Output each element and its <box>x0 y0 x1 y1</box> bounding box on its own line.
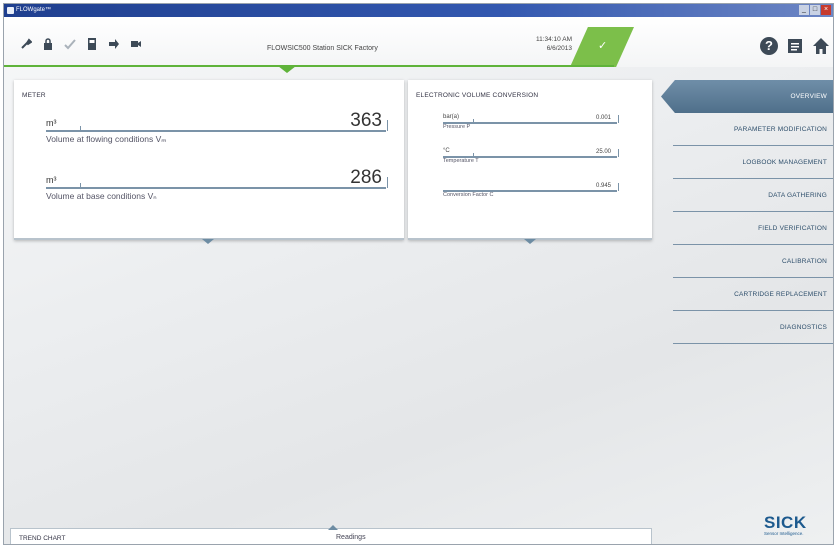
station-name: FLOWSIC500 Station SICK Factory <box>267 45 378 52</box>
trend-chart-bar[interactable]: TREND CHART Readings <box>10 525 652 544</box>
document-icon[interactable] <box>786 37 804 55</box>
camera-icon[interactable] <box>130 37 142 49</box>
meter-unit: m³ <box>46 175 57 185</box>
header-notch <box>278 66 296 73</box>
window-controls: _ □ × <box>799 5 831 15</box>
header-divider <box>4 65 614 67</box>
evc-unit: bar(a) <box>443 114 460 120</box>
side-navigation: OVERVIEW PARAMETER MODIFICATION LOGBOOK … <box>661 80 833 344</box>
home-icon[interactable] <box>812 37 830 55</box>
evc-unit: °C <box>443 148 450 154</box>
date-text: 6/6/2013 <box>546 45 572 52</box>
meter-tick <box>80 126 81 131</box>
logo-tagline: Sensor Intelligence. <box>764 531 804 536</box>
evc-value: 25.00 <box>595 149 611 155</box>
tick-icon[interactable] <box>64 37 76 50</box>
evc-label: Pressure P <box>443 124 471 130</box>
trend-chart-title: TREND CHART <box>19 535 66 542</box>
evc-panel: ELECTRONIC VOLUME CONVERSION bar(a) 0.00… <box>408 80 652 244</box>
meter-bar <box>46 130 386 132</box>
status-flag: ✓ <box>570 27 634 67</box>
nav-item-overview[interactable]: OVERVIEW <box>661 80 833 113</box>
evc-end-tick <box>618 115 619 123</box>
app-icon <box>7 7 14 14</box>
evc-tick <box>473 153 474 157</box>
meter-label: Volume at flowing conditions Vₘ <box>46 134 167 144</box>
evc-value: 0.945 <box>595 183 611 189</box>
expand-arrow-icon[interactable] <box>524 239 536 244</box>
time-text: 11:34:10 AM <box>535 36 572 43</box>
meter-unit: m³ <box>46 118 57 128</box>
nav-item-logbook-management[interactable]: LOGBOOK MANAGEMENT <box>661 146 833 179</box>
meter-panel: METER m³ 363 Volume at flowing condition… <box>14 80 404 244</box>
minimize-button[interactable]: _ <box>799 5 809 15</box>
meter-bar <box>46 187 386 189</box>
meter-label: Volume at base conditions Vₙ <box>46 191 157 201</box>
meter-end-tick <box>387 120 388 131</box>
nav-item-field-verification[interactable]: FIELD VERIFICATION <box>661 212 833 245</box>
evc-label: Temperature T <box>443 158 479 164</box>
trend-readings-label: Readings <box>336 534 366 541</box>
nav-item-calibration[interactable]: CALIBRATION <box>661 245 833 278</box>
meter-tick <box>80 183 81 188</box>
device-icon[interactable] <box>86 37 98 50</box>
export-icon[interactable] <box>108 37 120 49</box>
app-window: FLOWgate™ _ □ × FLOWSIC500 Station SICK … <box>3 3 834 545</box>
date-time: 11:34:10 AM 6/6/2013 <box>512 35 572 53</box>
header-actions: ? <box>760 37 830 55</box>
meter-title: METER <box>22 92 46 99</box>
nav-item-cartridge-replacement[interactable]: CARTRIDGE REPLACEMENT <box>661 278 833 311</box>
close-button[interactable]: × <box>821 5 831 15</box>
meter-end-tick <box>387 177 388 188</box>
expand-up-arrow-icon[interactable] <box>328 525 338 530</box>
checkmark-icon: ✓ <box>598 40 608 52</box>
nav-item-diagnostics[interactable]: DIAGNOSTICS <box>661 311 833 344</box>
evc-label: Conversion Factor C <box>443 192 494 198</box>
wrench-icon[interactable] <box>20 37 33 49</box>
maximize-button[interactable]: □ <box>810 5 820 15</box>
nav-item-parameter-modification[interactable]: PARAMETER MODIFICATION <box>661 113 833 146</box>
lock-icon[interactable] <box>42 37 54 50</box>
window-title: FLOWgate™ <box>16 7 52 13</box>
evc-title: ELECTRONIC VOLUME CONVERSION <box>416 92 539 99</box>
expand-arrow-icon[interactable] <box>202 239 214 244</box>
meter-value: 286 <box>350 167 382 188</box>
meter-value: 363 <box>350 110 382 131</box>
evc-end-tick <box>618 149 619 157</box>
help-icon[interactable]: ? <box>760 37 778 55</box>
sick-logo: SICK Sensor Intelligence. <box>764 513 807 536</box>
evc-end-tick <box>618 183 619 191</box>
evc-tick <box>473 119 474 123</box>
toolbar <box>20 37 142 50</box>
title-bar: FLOWgate™ _ □ × <box>4 4 833 17</box>
evc-value: 0.001 <box>595 115 611 121</box>
logo-name: SICK <box>764 513 807 532</box>
nav-item-data-gathering[interactable]: DATA GATHERING <box>661 179 833 212</box>
header-bar: FLOWSIC500 Station SICK Factory 11:34:10… <box>4 17 833 73</box>
